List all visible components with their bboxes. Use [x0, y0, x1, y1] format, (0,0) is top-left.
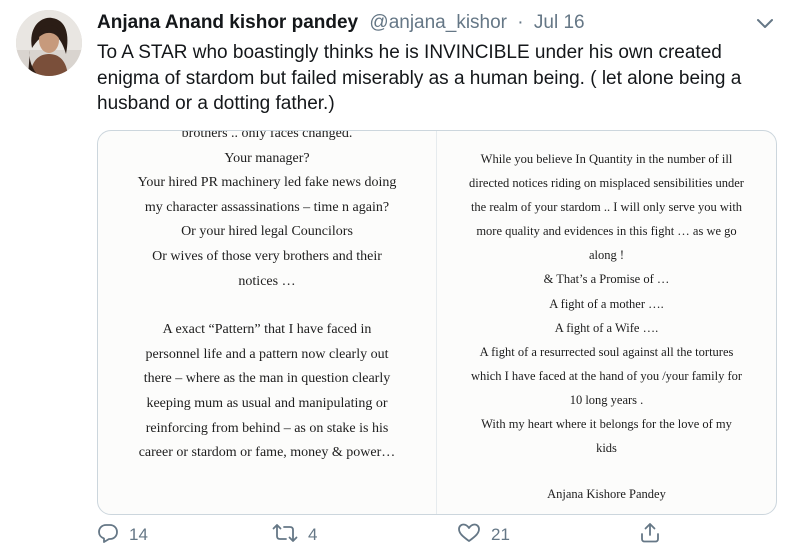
- media-page-left[interactable]: brothers .. only faces changed. Your man…: [98, 131, 437, 514]
- doc-line: A fight of a mother ….: [549, 296, 664, 311]
- meta-separator: ·: [517, 12, 524, 33]
- doc-line: & That’s a Promise of …: [543, 272, 670, 287]
- avatar[interactable]: [16, 10, 82, 76]
- right-page-text: While you believe In Quantity in the num…: [451, 147, 762, 514]
- doc-line: With my heart where it belongs for the l…: [481, 417, 732, 432]
- tweet-header: Anjana Anand kishor pandey @anjana_kisho…: [97, 11, 757, 35]
- doc-line: my character assassinations – time n aga…: [144, 199, 390, 215]
- doc-line: which I have faced at the hand of you /y…: [470, 368, 743, 383]
- doc-line: keeping mum as usual and manipulating or: [146, 395, 388, 411]
- doc-line: notices …: [238, 273, 296, 289]
- doc-line: A exact “Pattern” that I have faced in: [162, 322, 372, 338]
- doc-line: Your manager?: [224, 150, 310, 166]
- author-handle[interactable]: @anjana_kishor: [369, 12, 507, 33]
- tweet-actions: 14 4 21: [97, 522, 737, 552]
- reply-count: 14: [129, 525, 148, 544]
- tweet-date[interactable]: Jul 16: [534, 12, 585, 33]
- doc-line: career or stardom or fame, money & power…: [138, 445, 396, 461]
- doc-line: A fight of a Wife ….: [554, 320, 659, 335]
- doc-line: personnel life and a pattern now clearly…: [145, 346, 389, 362]
- doc-line: reinforcing from behind – as on stake is…: [145, 420, 389, 436]
- doc-line: kids: [596, 441, 617, 456]
- media-page-right[interactable]: While you believe In Quantity in the num…: [437, 131, 776, 514]
- doc-line: there – where as the man in question cle…: [143, 371, 391, 387]
- signature-line: Anjana Kishore Pandey: [547, 487, 666, 502]
- doc-line: the realm of your stardom .. I will only…: [470, 200, 743, 215]
- doc-line: along !: [588, 248, 625, 263]
- share-button[interactable]: [639, 522, 661, 552]
- doc-line: 10 long years .: [569, 392, 644, 407]
- doc-line: Or your hired legal Councilors: [181, 224, 353, 240]
- doc-line: Your hired PR machinery led fake news do…: [137, 175, 397, 191]
- doc-line: or: [451, 506, 762, 514]
- retweet-button[interactable]: 4: [272, 522, 317, 552]
- doc-line: brothers .. only faces changed.: [181, 131, 353, 141]
- left-page-text: brothers .. only faces changed. Your man…: [112, 131, 422, 466]
- like-count: 21: [491, 525, 510, 544]
- doc-line: more quality and evidences in this fight…: [476, 224, 737, 239]
- retweet-count: 4: [308, 525, 318, 544]
- doc-line: A fight of a resurrected soul against al…: [479, 344, 734, 359]
- doc-line: While you believe In Quantity in the num…: [480, 152, 733, 166]
- doc-line: directed notices riding on misplaced sen…: [469, 176, 744, 191]
- tweet-media[interactable]: brothers .. only faces changed. Your man…: [97, 130, 777, 515]
- reply-button[interactable]: 14: [97, 522, 148, 552]
- author-name[interactable]: Anjana Anand kishor pandey: [97, 12, 358, 33]
- chevron-down-icon[interactable]: [752, 12, 778, 36]
- tweet-text: To A STAR who boastingly thinks he is IN…: [97, 42, 742, 114]
- like-button[interactable]: 21: [457, 522, 510, 552]
- doc-line: Or wives of those very brothers and thei…: [152, 248, 382, 264]
